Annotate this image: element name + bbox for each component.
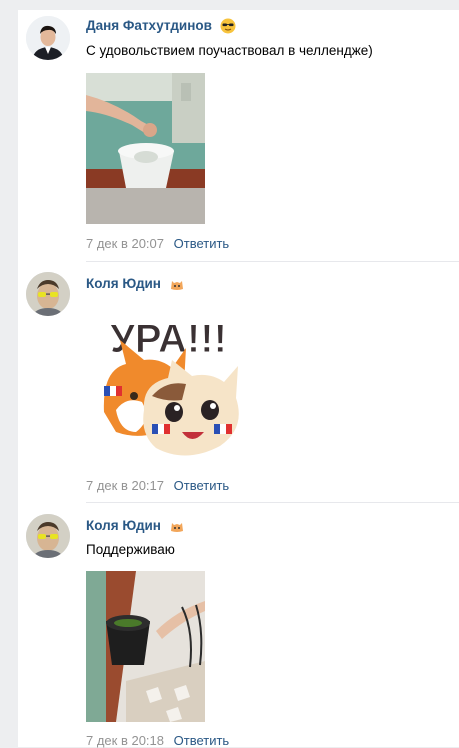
- comment-date[interactable]: 7 дек в 20:18: [86, 733, 164, 748]
- comments-panel: Даня Фатхутдинов С удовольствием поучаст…: [18, 10, 459, 748]
- sunglasses-emoji-icon: [220, 18, 236, 34]
- comment-divider: [86, 502, 459, 503]
- avatar[interactable]: [26, 514, 70, 558]
- comment-text: Поддерживаю: [86, 542, 175, 557]
- cat-emoji-icon: [170, 281, 183, 291]
- avatar[interactable]: [26, 16, 70, 60]
- comment-photo[interactable]: [86, 73, 205, 224]
- cat-emoji-icon: [170, 523, 183, 533]
- comment-author[interactable]: Коля Юдин: [86, 518, 185, 534]
- comment-photo[interactable]: [86, 571, 205, 722]
- sticker[interactable]: УРА!!!: [86, 300, 254, 468]
- comment-date[interactable]: 7 дек в 20:07: [86, 236, 164, 251]
- reply-button[interactable]: Ответить: [174, 236, 230, 251]
- comment-date[interactable]: 7 дек в 20:17: [86, 478, 164, 493]
- reply-button[interactable]: Ответить: [174, 733, 230, 748]
- avatar[interactable]: [26, 272, 70, 316]
- comment-divider: [86, 261, 459, 262]
- comment-author[interactable]: Даня Фатхутдинов: [86, 18, 236, 34]
- comment-text: С удовольствием поучаствовал в челлендже…: [86, 43, 373, 58]
- comment-meta: 7 дек в 20:17 Ответить: [86, 478, 229, 493]
- comment-meta: 7 дек в 20:07 Ответить: [86, 236, 229, 251]
- comment-meta: 7 дек в 20:18 Ответить: [86, 733, 229, 748]
- reply-button[interactable]: Ответить: [174, 478, 230, 493]
- comment-author[interactable]: Коля Юдин: [86, 276, 185, 292]
